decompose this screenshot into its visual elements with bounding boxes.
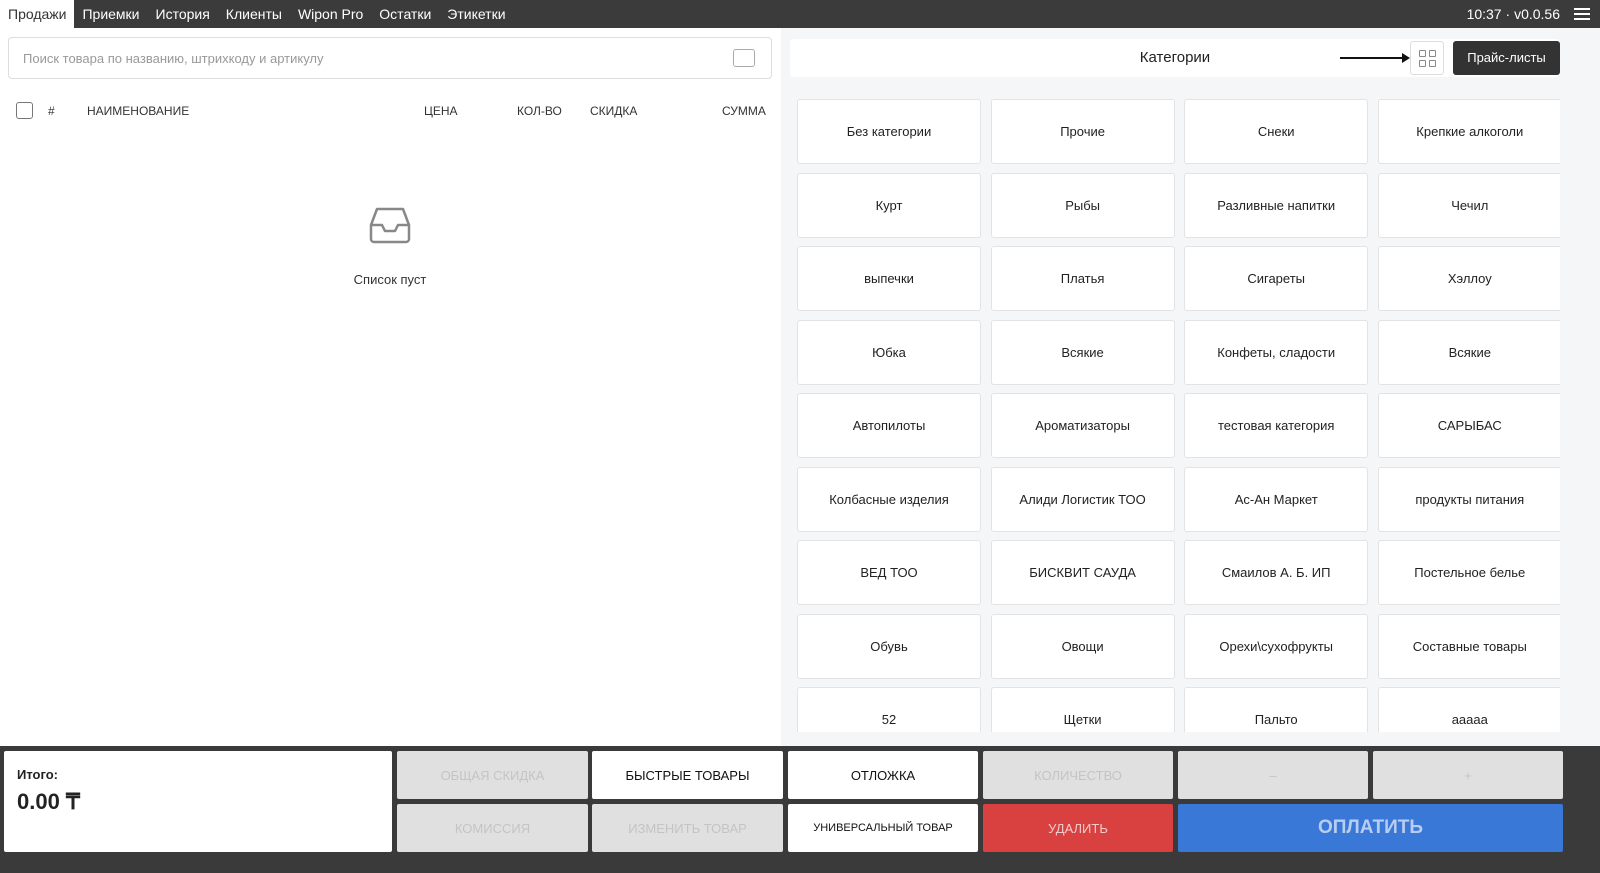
col-discount: СКИДКА bbox=[590, 104, 638, 118]
delete-button[interactable]: УДАЛИТЬ bbox=[983, 804, 1173, 852]
category-button[interactable]: Пальто bbox=[1184, 687, 1369, 732]
categories-title: Категории bbox=[1139, 49, 1211, 66]
category-button[interactable]: Хэллоу bbox=[1377, 246, 1560, 311]
category-button[interactable]: Сигареты bbox=[1184, 246, 1369, 311]
category-button[interactable]: 52 bbox=[797, 687, 981, 732]
keyboard-icon[interactable] bbox=[733, 49, 755, 67]
search-input[interactable] bbox=[23, 50, 733, 66]
category-button[interactable]: Постельное белье bbox=[1377, 540, 1560, 605]
category-button[interactable]: Курт bbox=[797, 172, 981, 238]
minus-button[interactable]: – bbox=[1178, 751, 1368, 799]
col-qty: КОЛ-ВО bbox=[517, 104, 562, 118]
category-button[interactable]: Рыбы bbox=[990, 172, 1175, 238]
hamburger-menu-icon[interactable] bbox=[1574, 8, 1590, 20]
category-button[interactable]: Крепкие алкоголи bbox=[1377, 99, 1560, 164]
quantity-button[interactable]: КОЛИЧЕСТВО bbox=[983, 751, 1173, 799]
category-button[interactable]: Юбка bbox=[797, 319, 981, 385]
general-discount-button[interactable]: ОБЩАЯ СКИДКА bbox=[397, 751, 588, 799]
category-button[interactable]: продукты питания bbox=[1377, 466, 1560, 532]
tab-wipon-pro[interactable]: Wipon Pro bbox=[290, 0, 371, 28]
hold-button[interactable]: ОТЛОЖКА bbox=[788, 751, 978, 799]
col-name: НАИМЕНОВАНИЕ bbox=[87, 104, 190, 118]
category-button[interactable]: САРЫБАС bbox=[1377, 393, 1560, 458]
universal-item-button[interactable]: УНИВЕРСАЛЬНЫЙ ТОВАР bbox=[788, 804, 978, 852]
quick-items-button[interactable]: БЫСТРЫЕ ТОВАРЫ bbox=[592, 751, 783, 799]
tab-receipts[interactable]: Приемки bbox=[74, 0, 147, 28]
currency-symbol: ₸ bbox=[65, 789, 80, 814]
pay-button[interactable]: ОПЛАТИТЬ bbox=[1178, 804, 1563, 852]
category-button[interactable]: Разливные напитки bbox=[1184, 172, 1369, 238]
empty-text: Список пуст bbox=[353, 272, 427, 287]
category-button[interactable]: Алиди Логистик ТОО bbox=[990, 466, 1175, 532]
arrow-icon bbox=[1340, 53, 1410, 63]
col-price: ЦЕНА bbox=[424, 104, 458, 118]
category-button[interactable]: Щетки bbox=[990, 687, 1175, 732]
category-button[interactable]: Автопилоты bbox=[797, 393, 981, 458]
category-button[interactable]: Ароматизаторы bbox=[990, 393, 1175, 458]
category-button[interactable]: Овощи bbox=[990, 613, 1175, 679]
search-box bbox=[8, 37, 772, 79]
cart-table-header: # НАИМЕНОВАНИЕ ЦЕНА КОЛ-ВО СКИДКА СУММА bbox=[0, 98, 780, 124]
total-label: Итого: bbox=[17, 767, 58, 782]
category-button[interactable]: выпечки bbox=[797, 246, 981, 311]
category-button[interactable]: тестовая категория bbox=[1184, 393, 1369, 458]
category-button[interactable]: Без категории bbox=[797, 99, 981, 164]
category-button[interactable]: Всякие bbox=[990, 319, 1175, 385]
category-button[interactable]: ааааа bbox=[1377, 687, 1560, 732]
category-button[interactable]: Орехи\сухофрукты bbox=[1184, 613, 1369, 679]
commission-button[interactable]: КОМИССИЯ bbox=[397, 804, 588, 852]
categories-grid: Без категории Прочие Снеки Крепкие алкоголи… bbox=[797, 99, 1560, 732]
total-box: Итого: 0.00 ₸ bbox=[4, 751, 392, 852]
clock: 10:37 bbox=[1466, 6, 1502, 22]
category-button[interactable]: Снеки bbox=[1184, 99, 1369, 164]
empty-state: Список пуст bbox=[300, 205, 480, 287]
category-button[interactable]: Платья bbox=[990, 246, 1175, 311]
status-info: 10:37 · v0.0.56 bbox=[1466, 6, 1560, 22]
category-button[interactable]: Конфеты, сладости bbox=[1184, 319, 1369, 385]
category-button[interactable]: БИСКВИТ САУДА bbox=[990, 540, 1175, 605]
col-sum: СУММА bbox=[722, 104, 766, 118]
total-value: 0.00 bbox=[17, 789, 60, 814]
top-nav: Продажи Приемки История Клиенты Wipon Pr… bbox=[0, 0, 1600, 28]
category-button[interactable]: Чечил bbox=[1377, 172, 1560, 238]
inbox-icon bbox=[369, 207, 411, 244]
category-button[interactable]: Колбасные изделия bbox=[797, 466, 981, 532]
tab-sales[interactable]: Продажи bbox=[0, 0, 75, 28]
tab-stock[interactable]: Остатки bbox=[371, 0, 439, 28]
category-button[interactable]: Прочие bbox=[990, 99, 1175, 164]
tab-history[interactable]: История bbox=[148, 0, 218, 28]
category-button[interactable]: Всякие bbox=[1377, 319, 1560, 385]
grid-view-button[interactable] bbox=[1410, 41, 1444, 75]
version: v0.0.56 bbox=[1514, 6, 1560, 22]
category-button[interactable]: Ас-Ан Маркет bbox=[1184, 466, 1369, 532]
tab-labels[interactable]: Этикетки bbox=[439, 0, 513, 28]
category-button[interactable]: Смаилов А. Б. ИП bbox=[1184, 540, 1369, 605]
edit-item-button[interactable]: ИЗМЕНИТЬ ТОВАР bbox=[592, 804, 783, 852]
categories-header: Категории bbox=[790, 39, 1560, 77]
col-num: # bbox=[48, 104, 55, 118]
category-button[interactable]: ВЕД ТОО bbox=[797, 540, 981, 605]
category-button[interactable]: Составные товары bbox=[1377, 613, 1560, 679]
price-lists-button[interactable]: Прайс-листы bbox=[1453, 41, 1560, 75]
tab-clients[interactable]: Клиенты bbox=[218, 0, 290, 28]
select-all-checkbox[interactable] bbox=[16, 102, 33, 119]
category-button[interactable]: Обувь bbox=[797, 613, 981, 679]
plus-button[interactable]: + bbox=[1373, 751, 1563, 799]
